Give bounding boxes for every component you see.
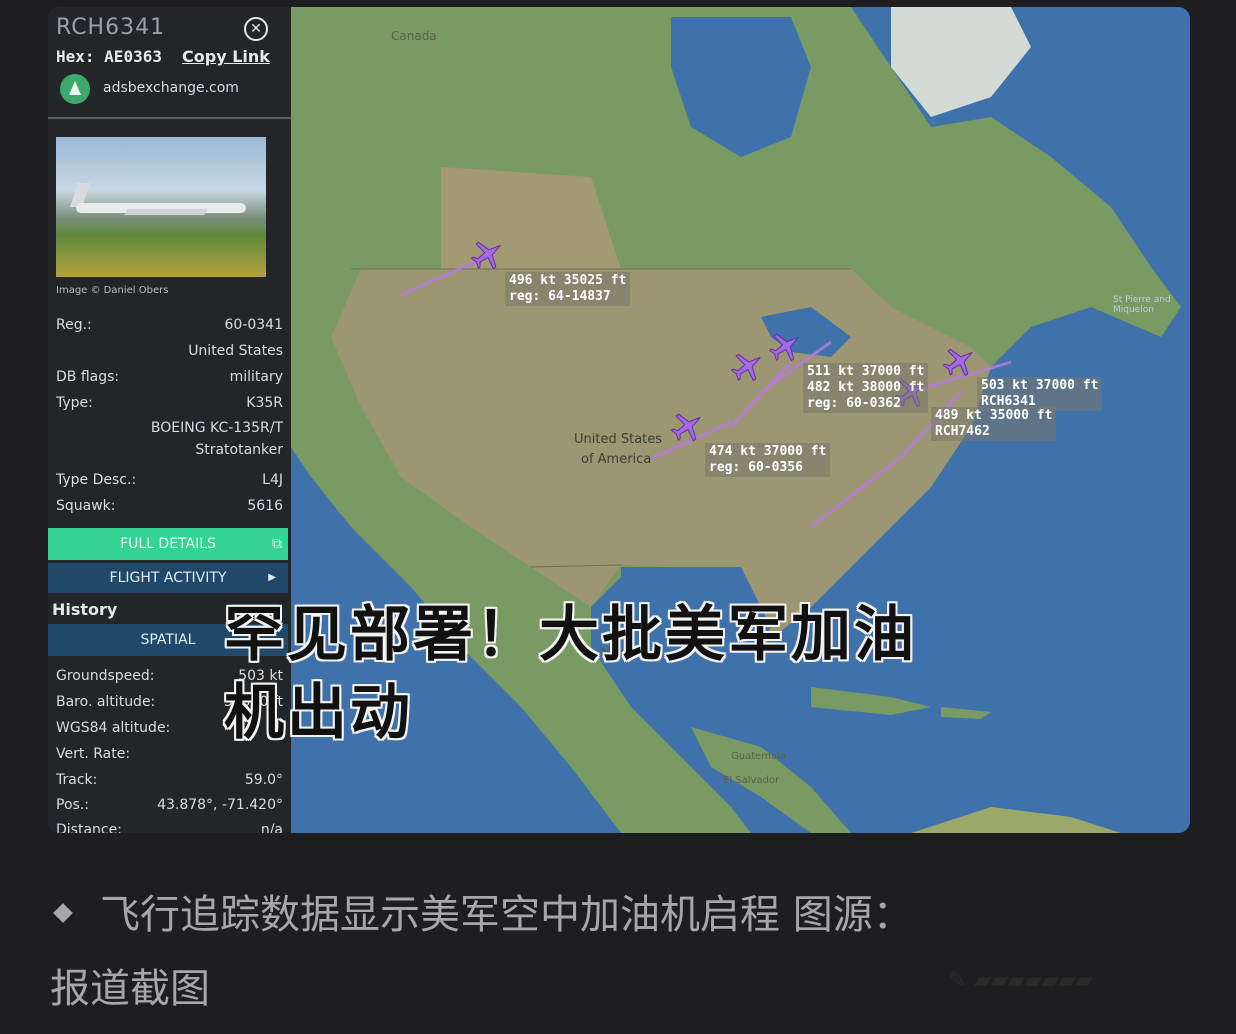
baro-altitude-label: Baro. altitude: (56, 694, 156, 710)
label-guatemala: Guatemala (731, 751, 787, 762)
headline: 罕见部署！大批美军加油 机出动 (224, 596, 1144, 752)
label-usa-line2: of America (581, 452, 652, 467)
aircraft-tag[interactable]: 511 kt 37000 ft 482 kt 38000 ft reg: 60-… (803, 363, 929, 413)
aircraft-tag[interactable]: 474 kt 37000 ft reg: 60-0356 (705, 443, 831, 477)
aircraft-photo[interactable] (56, 137, 266, 277)
hex-value: AE0363 (104, 47, 162, 66)
position-label: Pos.: (56, 797, 89, 813)
tag-reg: reg: 64-14837 (509, 289, 611, 304)
tag-speed-alt: 503 kt 37000 ft (981, 378, 1099, 393)
type-value: K35R (246, 395, 283, 411)
full-details-label: FULL DETAILS (120, 536, 216, 552)
position-value: 43.878°, -71.420° (157, 797, 283, 813)
headline-line-2: 机出动 (224, 678, 413, 748)
type-desc-label: Type Desc.: (56, 472, 137, 488)
label-canada: Canada (391, 29, 437, 43)
aircraft-marker-icon[interactable] (731, 349, 765, 383)
tag-speed-alt: 482 kt 38000 ft (807, 380, 925, 395)
tag-speed-alt: 474 kt 37000 ft (709, 444, 827, 459)
photo-credit: Image © Daniel Obers (56, 285, 169, 296)
tag-speed-alt: 496 kt 35025 ft (509, 273, 627, 288)
squawk-label: Squawk: (56, 498, 116, 514)
db-flags-label: DB flags: (56, 369, 120, 385)
label-st-pierre: St Pierre and Miquelon (1113, 295, 1171, 315)
distance-value: n/a (260, 822, 283, 833)
hex-label: Hex: (56, 47, 95, 66)
tag-callsign: RCH7462 (935, 424, 990, 439)
aircraft-marker-icon[interactable] (943, 344, 977, 378)
squawk-value: 5616 (247, 498, 283, 514)
flight-activity-label: FLIGHT ACTIVITY (109, 570, 227, 586)
label-usa-line1: United States (574, 432, 663, 447)
caption-line-1: 飞行追踪数据显示美军空中加油机启程 图源： (100, 892, 913, 938)
tag-speed-alt: 489 kt 35000 ft (935, 408, 1053, 423)
aircraft-tag[interactable]: 496 kt 35025 ft reg: 64-14837 (505, 272, 631, 306)
tag-reg: reg: 60-0356 (709, 460, 803, 475)
aircraft-tag[interactable]: 503 kt 37000 ft RCH6341 (977, 377, 1103, 411)
tag-reg: reg: 60-0362 (807, 396, 901, 411)
track-value: 59.0° (244, 772, 283, 788)
site-link[interactable]: adsbexchange.com (103, 80, 239, 96)
flight-activity-button[interactable]: FLIGHT ACTIVITY ▶ (48, 563, 288, 593)
distance-label: Distance: (56, 822, 122, 833)
model-line-2: Stratotanker (195, 442, 283, 458)
image-caption: 飞行追踪数据显示美军空中加油机启程 图源： 报道截图 (50, 878, 1160, 1026)
watermark: ✎ ▰▰▰▰▰▰▰ (948, 968, 1093, 993)
external-link-icon: ⧉ (272, 536, 282, 552)
db-flags-value: military (229, 369, 283, 385)
hex-row: Hex: AE0363 (56, 47, 162, 66)
track-label: Track: (56, 772, 98, 788)
callsign: RCH6341 (56, 15, 166, 40)
aircraft-marker-icon[interactable] (671, 409, 705, 443)
model-line-1: BOEING KC-135R/T (150, 420, 283, 436)
type-desc-value: L4J (262, 472, 283, 488)
full-details-button[interactable]: FULL DETAILS ⧉ (48, 528, 288, 560)
vert-rate-label: Vert. Rate: (56, 746, 131, 762)
bullet-diamond-icon (53, 903, 73, 923)
caret-right-icon: ▶ (268, 572, 276, 583)
reg-value: 60-0341 (224, 317, 284, 333)
label-el-salvador: El Salvador (723, 775, 780, 786)
close-icon[interactable]: ✕ (244, 17, 268, 41)
groundspeed-label: Groundspeed: (56, 668, 155, 684)
history-heading: History (52, 600, 118, 619)
wgs84-altitude-label: WGS84 altitude: (56, 720, 171, 736)
type-label: Type: (56, 395, 93, 411)
copy-link[interactable]: Copy Link (182, 47, 270, 66)
country-value: United States (188, 343, 283, 359)
aircraft-tag[interactable]: 489 kt 35000 ft RCH7462 (931, 407, 1057, 441)
adsbexchange-logo-icon[interactable] (60, 74, 90, 104)
tag-speed-alt: 511 kt 37000 ft (807, 364, 925, 379)
headline-line-1: 罕见部署！大批美军加油 (224, 600, 917, 670)
aircraft-marker-icon[interactable] (471, 237, 505, 271)
aircraft-marker-icon[interactable] (769, 329, 803, 363)
reg-label: Reg.: (56, 317, 92, 333)
panel-header: RCH6341 ✕ Hex: AE0363 Copy Link adsbexch… (48, 7, 291, 119)
